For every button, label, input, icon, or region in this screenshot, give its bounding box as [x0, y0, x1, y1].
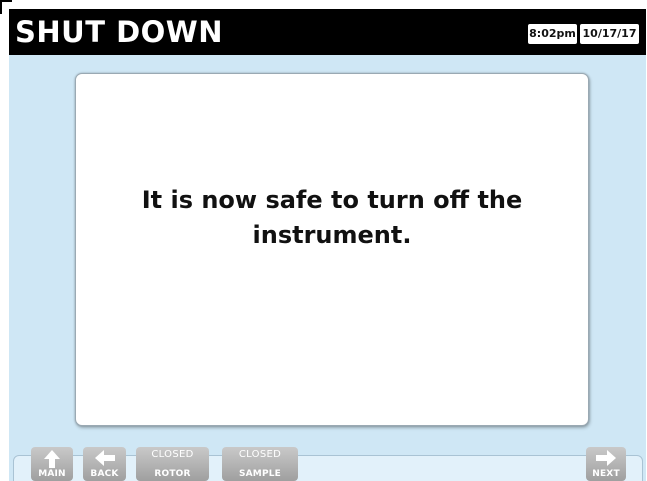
sample-status: CLOSED	[238, 449, 282, 460]
next-button[interactable]: NEXT	[586, 447, 626, 481]
clock-time: 8:02pm	[528, 24, 577, 44]
rotor-status: CLOSED	[151, 449, 194, 460]
back-button-label: BACK	[90, 469, 119, 479]
main-button-label: MAIN	[38, 469, 66, 479]
header-bar: SHUT DOWN 8:02pm 10/17/17	[9, 9, 646, 55]
frame-corner-left	[0, 0, 2, 14]
arrow-right-icon	[596, 450, 616, 466]
clock-date: 10/17/17	[580, 24, 639, 44]
rotor-button[interactable]: CLOSED ROTOR	[136, 447, 209, 481]
main-button[interactable]: MAIN	[31, 447, 73, 481]
arrow-left-icon	[94, 450, 115, 466]
sample-button-label: SAMPLE	[238, 469, 282, 479]
rotor-button-label: ROTOR	[154, 469, 191, 479]
next-button-label: NEXT	[592, 469, 620, 479]
sample-button[interactable]: CLOSED SAMPLE	[222, 447, 298, 481]
page-title: SHUT DOWN	[15, 15, 224, 49]
back-button[interactable]: BACK	[83, 447, 126, 481]
instrument-screen: SHUT DOWN 8:02pm 10/17/17 It is now safe…	[9, 9, 646, 481]
message-text: It is now safe to turn off the instrumen…	[76, 183, 588, 253]
bottom-nav-bar: MAIN BACK CLOSED ROTOR CLOSED SAMPLE NEX…	[9, 447, 646, 481]
arrow-up-icon	[44, 450, 60, 468]
message-line-2: instrument.	[252, 221, 412, 249]
message-card: It is now safe to turn off the instrumen…	[75, 73, 589, 426]
message-line-1: It is now safe to turn off the	[141, 186, 523, 214]
